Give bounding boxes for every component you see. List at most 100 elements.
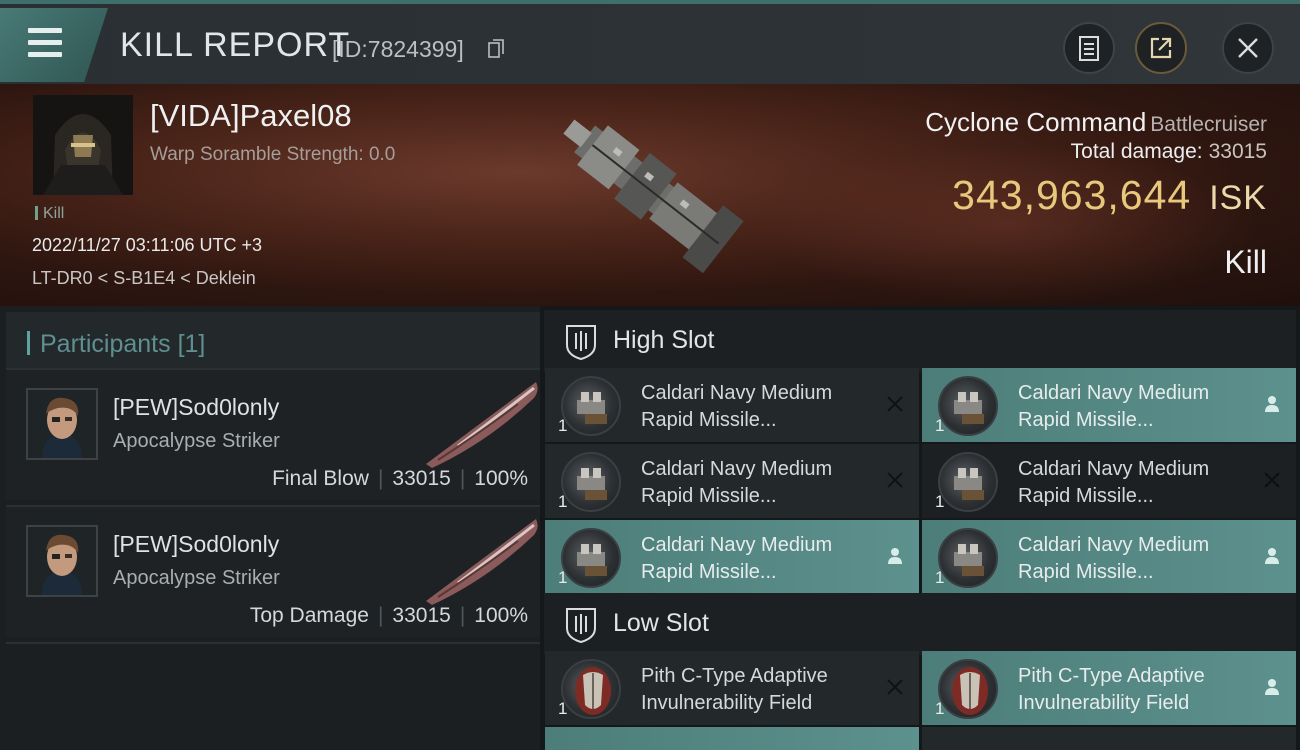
- person-icon: [888, 548, 902, 564]
- module-item[interactable]: 1 Caldari Navy Medium Rapid Missile...: [922, 444, 1296, 518]
- participant-ship: Apocalypse Striker: [113, 567, 280, 589]
- module-name: Caldari Navy Medium Rapid Missile...: [1018, 382, 1210, 431]
- module-item[interactable]: 1 Caldari Navy Medium Rapid Missile...: [922, 520, 1296, 594]
- victim-ship-image[interactable]: [536, 86, 766, 298]
- participants-panel: Participants [1] [PEW]Sod0lonly Apocalyp…: [0, 306, 540, 750]
- title-bar: KILL REPORT [ID:7824399]: [0, 0, 1300, 84]
- close-button[interactable]: [1222, 22, 1274, 74]
- module-name: Caldari Navy Medium Rapid Missile...: [641, 534, 833, 583]
- participant-damage: 33015: [392, 604, 451, 627]
- page-title: KILL REPORT: [120, 26, 351, 64]
- participants-title: Participants: [40, 330, 171, 358]
- participant-stats: Final Blow | 33015 | 100%: [272, 467, 528, 490]
- missile-launcher-icon: [561, 452, 621, 512]
- clipboard-icon: [1079, 36, 1099, 61]
- close-icon: [1264, 472, 1280, 488]
- module-item[interactable]: [545, 727, 919, 750]
- module-name: Pith C-Type Adaptive Invulnerability Fiel…: [1018, 665, 1205, 714]
- participant-name[interactable]: [PEW]Sod0lonly: [113, 394, 279, 421]
- module-quantity: 1: [935, 492, 945, 511]
- participant-ship: Apocalypse Striker: [113, 430, 280, 452]
- total-damage: Total damage: 33015: [1071, 140, 1267, 164]
- module-item[interactable]: 1 Caldari Navy Medium Rapid Missile...: [922, 368, 1296, 442]
- participant-stats: Top Damage | 33015 | 100%: [249, 604, 528, 627]
- total-damage-label: Total damage:: [1070, 140, 1203, 163]
- high-slot-label: High Slot: [613, 326, 715, 354]
- share-button[interactable]: [1135, 22, 1187, 74]
- low-slot-label: Low Slot: [613, 609, 709, 637]
- kill-tag: Kill: [35, 205, 64, 223]
- module-item[interactable]: 1 Pith C-Type Adaptive Invulnerability Fi…: [545, 651, 919, 725]
- module-quantity: 1: [558, 416, 568, 435]
- share-icon: [1150, 37, 1172, 59]
- participant-damage: 33015: [392, 467, 451, 490]
- participant-row[interactable]: [PEW]Sod0lonly Apocalypse Striker Final …: [6, 368, 540, 500]
- module-quantity: 1: [935, 699, 945, 718]
- module-quantity: 1: [935, 568, 945, 587]
- participant-percent: 100%: [474, 604, 528, 627]
- menu-button[interactable]: [0, 8, 108, 82]
- participant-row[interactable]: [PEW]Sod0lonly Apocalypse Striker Top Da…: [6, 505, 540, 637]
- person-icon: [1265, 679, 1279, 695]
- module-name: Caldari Navy Medium Rapid Missile...: [641, 458, 833, 507]
- shield-module-icon: [561, 659, 621, 719]
- participants-count: [1]: [177, 330, 206, 358]
- ship-class-label: Battlecruiser: [1150, 113, 1267, 136]
- shield-module-icon: [938, 659, 998, 719]
- module-quantity: 1: [558, 568, 568, 587]
- module-item[interactable]: [922, 727, 1296, 750]
- close-icon: [887, 472, 903, 488]
- module-name: Caldari Navy Medium Rapid Missile...: [1018, 458, 1210, 507]
- kill-result: Kill: [1224, 244, 1267, 280]
- isk-value: 343,963,644 ISK: [952, 172, 1267, 219]
- person-icon: [1265, 396, 1279, 412]
- kill-location[interactable]: LT-DR0 < S-B1E4 < Deklein: [32, 268, 256, 289]
- participant-ship-image[interactable]: [418, 513, 543, 608]
- module-item[interactable]: 1 Pith C-Type Adaptive Invulnerability Fi…: [922, 651, 1296, 725]
- report-id: [ID:7824399]: [332, 36, 464, 62]
- participant-role: Top Damage: [249, 604, 369, 627]
- module-name: Caldari Navy Medium Rapid Missile...: [1018, 534, 1210, 583]
- missile-launcher-icon: [938, 452, 998, 512]
- total-damage-value: 33015: [1208, 140, 1267, 163]
- module-item[interactable]: 1 Caldari Navy Medium Rapid Missile...: [545, 368, 919, 442]
- ship-name-label: Cyclone Command: [925, 107, 1147, 137]
- participant-avatar[interactable]: [26, 525, 98, 597]
- low-slot-icon: [566, 608, 596, 644]
- victim-ship-name[interactable]: Cyclone Command Battlecruiser: [925, 107, 1267, 138]
- isk-amount: 343,963,644: [952, 172, 1192, 218]
- participants-header: Participants [1]: [6, 312, 540, 372]
- clipboard-button[interactable]: [1063, 22, 1115, 74]
- module-quantity: 1: [558, 492, 568, 511]
- low-slot-header: Low Slot: [544, 593, 1296, 655]
- high-slot-header: High Slot: [544, 310, 1296, 372]
- module-name: Pith C-Type Adaptive Invulnerability Fiel…: [641, 665, 828, 714]
- module-quantity: 1: [558, 699, 568, 718]
- participant-ship-image[interactable]: [418, 376, 543, 471]
- module-item[interactable]: 1 Caldari Navy Medium Rapid Missile...: [545, 520, 919, 594]
- kill-datetime: 2022/11/27 03:11:06 UTC +3: [32, 235, 263, 255]
- missile-launcher-icon: [561, 528, 621, 588]
- module-quantity: 1: [935, 416, 945, 435]
- close-icon: [1238, 38, 1258, 58]
- close-icon: [887, 679, 903, 695]
- participant-role: Final Blow: [272, 467, 369, 490]
- isk-unit: ISK: [1209, 179, 1267, 217]
- victim-avatar[interactable]: [33, 95, 133, 195]
- warp-scramble-strength: Warp Soramble Strength: 0.0: [150, 144, 396, 165]
- participant-percent: 100%: [474, 467, 528, 490]
- module-name: Caldari Navy Medium Rapid Missile...: [641, 382, 833, 431]
- high-slot-icon: [566, 325, 596, 361]
- victim-name[interactable]: [VIDA]Paxel08: [150, 98, 352, 134]
- copy-icon[interactable]: [488, 39, 504, 59]
- victim-banner: [VIDA]Paxel08 Warp Soramble Strength: 0.…: [0, 84, 1300, 306]
- missile-launcher-icon: [938, 376, 998, 436]
- person-icon: [1265, 548, 1279, 564]
- module-item[interactable]: 1 Caldari Navy Medium Rapid Missile...: [545, 444, 919, 518]
- missile-launcher-icon: [561, 376, 621, 436]
- participant-name[interactable]: [PEW]Sod0lonly: [113, 531, 279, 558]
- close-icon: [887, 396, 903, 412]
- participant-avatar[interactable]: [26, 388, 98, 460]
- fitting-panel: High Slot 1 Caldari Navy Medium Rapid Mis…: [540, 306, 1300, 750]
- menu-icon: [28, 28, 62, 33]
